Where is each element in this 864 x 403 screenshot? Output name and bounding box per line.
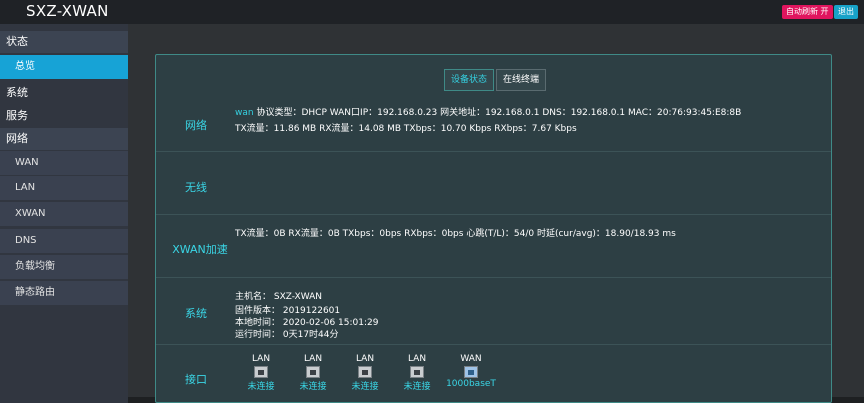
- ethernet-port-icon: [410, 366, 424, 378]
- sidebar-item-load-balance[interactable]: 负载均衡: [0, 255, 128, 279]
- sidebar-section-network[interactable]: 网络: [0, 128, 128, 150]
- tab-online-clients[interactable]: 在线终端: [496, 69, 547, 91]
- port-name: LAN: [251, 354, 271, 364]
- port-name: LAN: [407, 354, 427, 364]
- ethernet-port-connected-icon: [464, 366, 478, 378]
- port-wan: WAN 1000baseT: [443, 354, 499, 389]
- port-name: LAN: [355, 354, 375, 364]
- port-lan-3: LAN 未连接: [340, 354, 390, 392]
- network-info-line1: wan 协议类型：DHCP WAN口IP：192.168.0.23 网关地址：1…: [235, 105, 741, 118]
- sidebar-item-overview[interactable]: 总览: [0, 55, 128, 79]
- network-traffic-line: TX流量：11.86 MB RX流量：14.08 MB TXbps：10.70 …: [235, 124, 577, 134]
- divider: [156, 277, 831, 278]
- status-panel: 设备状态 在线终端 网络 wan 协议类型：DHCP WAN口IP：192.16…: [155, 54, 832, 403]
- auto-refresh-button[interactable]: 自动刷新 开: [782, 5, 833, 19]
- interfaces-label: 接口: [185, 373, 207, 386]
- port-lan-2: LAN 未连接: [288, 354, 338, 392]
- port-lan-1: LAN 未连接: [236, 354, 286, 392]
- system-label: 系统: [185, 307, 207, 320]
- network-label: 网络: [185, 119, 207, 132]
- tab-device-status[interactable]: 设备状态: [444, 69, 495, 91]
- sidebar-section-system[interactable]: 系统: [0, 82, 128, 104]
- ethernet-port-icon: [254, 366, 268, 378]
- system-hostname: 主机名： SXZ-XWAN: [235, 292, 323, 302]
- port-status: 未连接: [247, 382, 275, 392]
- sidebar-section-status[interactable]: 状态: [0, 31, 128, 53]
- sidebar-item-static-route[interactable]: 静态路由: [0, 281, 128, 305]
- app-title: SXZ-XWAN: [26, 2, 109, 20]
- port-status: 未连接: [403, 382, 431, 392]
- sidebar-item-lan[interactable]: LAN: [0, 176, 128, 200]
- logout-button[interactable]: 退出: [834, 5, 858, 19]
- xwan-info-line: TX流量：0B RX流量：0B TXbps：0bps RXbps：0bps 心跳…: [235, 229, 676, 239]
- ethernet-port-icon: [306, 366, 320, 378]
- network-wan-details: 协议类型：DHCP WAN口IP：192.168.0.23 网关地址：192.1…: [256, 108, 742, 118]
- port-name: WAN: [460, 354, 482, 364]
- port-status: 未连接: [351, 382, 379, 392]
- sidebar-item-dns[interactable]: DNS: [0, 229, 128, 253]
- wireless-label: 无线: [185, 181, 207, 194]
- port-status: 1000baseT: [446, 379, 496, 389]
- divider: [156, 151, 831, 152]
- divider: [156, 344, 831, 345]
- sidebar: 状态 总览 系统 服务 网络 WAN LAN XWAN DNS 负载均衡 静态路…: [0, 24, 128, 403]
- top-bar: SXZ-XWAN 自动刷新 开 退出: [0, 0, 864, 24]
- port-status: 未连接: [299, 382, 327, 392]
- sidebar-item-xwan[interactable]: XWAN: [0, 202, 128, 226]
- divider: [156, 214, 831, 215]
- wan-iface-name: wan: [235, 108, 254, 118]
- sidebar-section-services[interactable]: 服务: [0, 105, 128, 127]
- port-lan-4: LAN 未连接: [392, 354, 442, 392]
- sidebar-item-wan[interactable]: WAN: [0, 151, 128, 175]
- system-uptime: 运行时间： 0天17时44分: [235, 330, 339, 340]
- port-name: LAN: [303, 354, 323, 364]
- xwan-label: XWAN加速: [172, 243, 228, 256]
- ethernet-port-icon: [358, 366, 372, 378]
